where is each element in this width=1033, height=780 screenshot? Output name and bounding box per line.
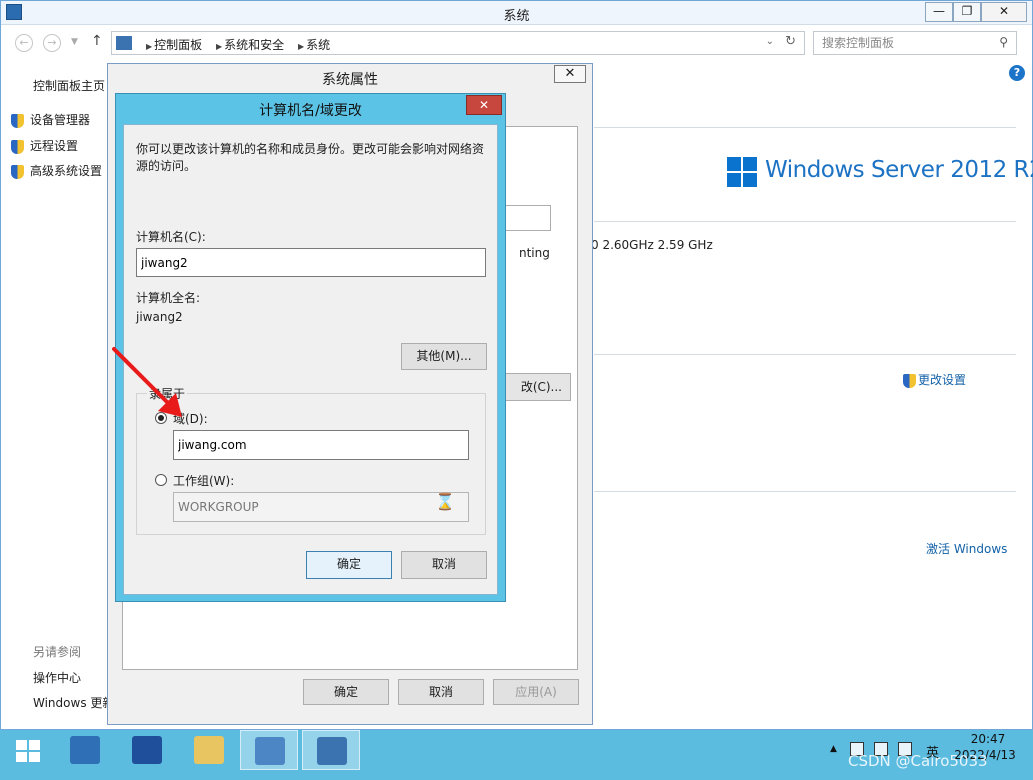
sidebar-item-remote-settings[interactable]: 远程设置 — [11, 137, 78, 154]
start-button[interactable] — [0, 730, 58, 770]
apply-button[interactable]: 应用(A) — [493, 679, 579, 705]
breadcrumb-item-system-security[interactable]: 系统和安全 — [224, 38, 284, 52]
dialog-title: 系统属性 — [322, 72, 378, 88]
back-icon[interactable]: ← — [15, 34, 33, 52]
help-icon[interactable]: ? — [1009, 65, 1025, 81]
windows-start-icon — [16, 740, 40, 762]
breadcrumb-item-control-panel[interactable]: 控制面板 — [154, 38, 202, 52]
forward-icon[interactable]: → — [43, 34, 61, 52]
window-title: 系统 — [503, 9, 530, 24]
divider — [594, 127, 1016, 128]
powershell-icon — [132, 736, 162, 764]
close-icon[interactable]: ✕ — [554, 65, 586, 83]
windows-logo-icon — [727, 157, 757, 187]
domain-input[interactable] — [173, 430, 469, 460]
shield-icon — [903, 373, 916, 388]
change-button[interactable]: 改(C)... — [503, 373, 571, 401]
activate-windows-link[interactable]: 激活 Windows — [926, 540, 1007, 557]
full-name-label: 计算机全名: — [136, 291, 201, 305]
maximize-button[interactable]: ❐ — [953, 2, 981, 22]
folder-icon — [194, 736, 224, 764]
full-name-value: jiwang2 — [136, 310, 183, 324]
change-settings-label: 更改设置 — [918, 373, 967, 387]
taskbar-powershell[interactable] — [118, 730, 176, 770]
workgroup-label: 工作组(W): — [173, 474, 235, 488]
logo-text: Windows Server 2012 R2 — [765, 157, 1033, 183]
ok-button[interactable]: 确定 — [306, 551, 392, 579]
taskbar-server-manager[interactable] — [56, 730, 114, 770]
taskbar-control-panel[interactable] — [240, 730, 298, 770]
breadcrumb-separator-icon: ▶ — [298, 42, 305, 51]
shield-icon — [11, 139, 24, 154]
sidebar-item-device-manager[interactable]: 设备管理器 — [11, 111, 90, 128]
breadcrumb-item-system[interactable]: 系统 — [306, 38, 330, 52]
sidebar-item-advanced-settings[interactable]: 高级系统设置 — [11, 162, 102, 179]
windows-server-logo: Windows Server 2012 R2 — [727, 155, 1033, 189]
address-bar[interactable]: ▶ 控制面板 ▶ 系统和安全 ▶ 系统 ⌄ ↻ — [111, 31, 805, 55]
divider — [594, 491, 1016, 492]
up-arrow-icon[interactable]: ↑ — [91, 33, 103, 49]
sidebar-item-label: 远程设置 — [30, 139, 79, 153]
change-settings-link[interactable]: 更改设置 — [903, 371, 966, 388]
shield-icon — [11, 113, 24, 128]
computer-name-input[interactable] — [136, 248, 486, 277]
workgroup-radio[interactable] — [155, 474, 167, 486]
control-panel-icon — [255, 737, 285, 765]
search-input[interactable] — [822, 33, 992, 53]
close-icon[interactable]: ✕ — [466, 95, 502, 115]
description-field[interactable] — [503, 205, 551, 231]
taskbar-system[interactable] — [302, 730, 360, 770]
clock-time[interactable]: 20:47 — [958, 732, 1018, 746]
system-icon — [317, 737, 347, 765]
title-bar: 系统 — ❐ ✕ — [1, 1, 1032, 25]
see-also-heading: 另请参阅 — [33, 645, 82, 659]
minimize-button[interactable]: — — [925, 2, 953, 22]
processor-speed: 0 2.60GHz 2.59 GHz — [591, 238, 713, 252]
computer-name-label: 计算机名(C): — [136, 230, 206, 244]
ok-button[interactable]: 确定 — [303, 679, 389, 705]
dialog-title: 计算机名/域更改 — [259, 103, 362, 119]
search-box: ⚲ — [813, 31, 1017, 55]
search-icon[interactable]: ⚲ — [999, 35, 1008, 49]
hourglass-cursor-icon: ⌛ — [435, 492, 455, 511]
partial-text: nting — [519, 246, 550, 260]
breadcrumb-separator-icon: ▶ — [216, 42, 223, 51]
server-manager-icon — [70, 736, 100, 764]
control-panel-icon — [116, 36, 132, 50]
address-dropdown-icon[interactable]: ⌄ — [766, 36, 774, 47]
more-button[interactable]: 其他(M)... — [401, 343, 487, 370]
close-button[interactable]: ✕ — [981, 2, 1027, 22]
cancel-button[interactable]: 取消 — [398, 679, 484, 705]
breadcrumb-separator-icon: ▶ — [146, 42, 153, 51]
shield-icon — [11, 164, 24, 179]
sidebar-item-label: 高级系统设置 — [30, 164, 103, 178]
divider — [594, 221, 1016, 222]
watermark: CSDN @Cairo5033 — [848, 752, 988, 770]
dialog-description: 你可以更改该计算机的名称和成员身份。更改可能会影响对网络资源的访问。 — [136, 142, 485, 173]
sidebar-item-home[interactable]: 控制面板主页 — [33, 77, 105, 94]
recent-pages-chevron-icon[interactable]: ▼ — [71, 37, 78, 47]
see-also-action-center[interactable]: 操作中心 — [33, 669, 81, 686]
sidebar-item-label: 设备管理器 — [30, 113, 91, 127]
cancel-button[interactable]: 取消 — [401, 551, 487, 579]
address-bar-row: ← → ▼ ↑ ▶控制面板 ▶系统和安全 ▶系统 ⌄ ↻ ⚲ — [1, 29, 1032, 57]
breadcrumb: ▶ 控制面板 ▶ 系统和安全 ▶ 系统 — [138, 36, 332, 53]
show-hidden-icons-icon[interactable]: ▲ — [830, 744, 837, 754]
taskbar-file-explorer[interactable] — [180, 730, 238, 770]
divider — [594, 354, 1016, 355]
workgroup-input[interactable] — [173, 492, 469, 522]
see-also-windows-update[interactable]: Windows 更新 — [33, 694, 114, 711]
refresh-icon[interactable]: ↻ — [785, 34, 796, 49]
system-properties-title-bar: 系统属性 ✕ — [108, 64, 592, 92]
red-annotation-arrow-icon — [112, 347, 182, 417]
